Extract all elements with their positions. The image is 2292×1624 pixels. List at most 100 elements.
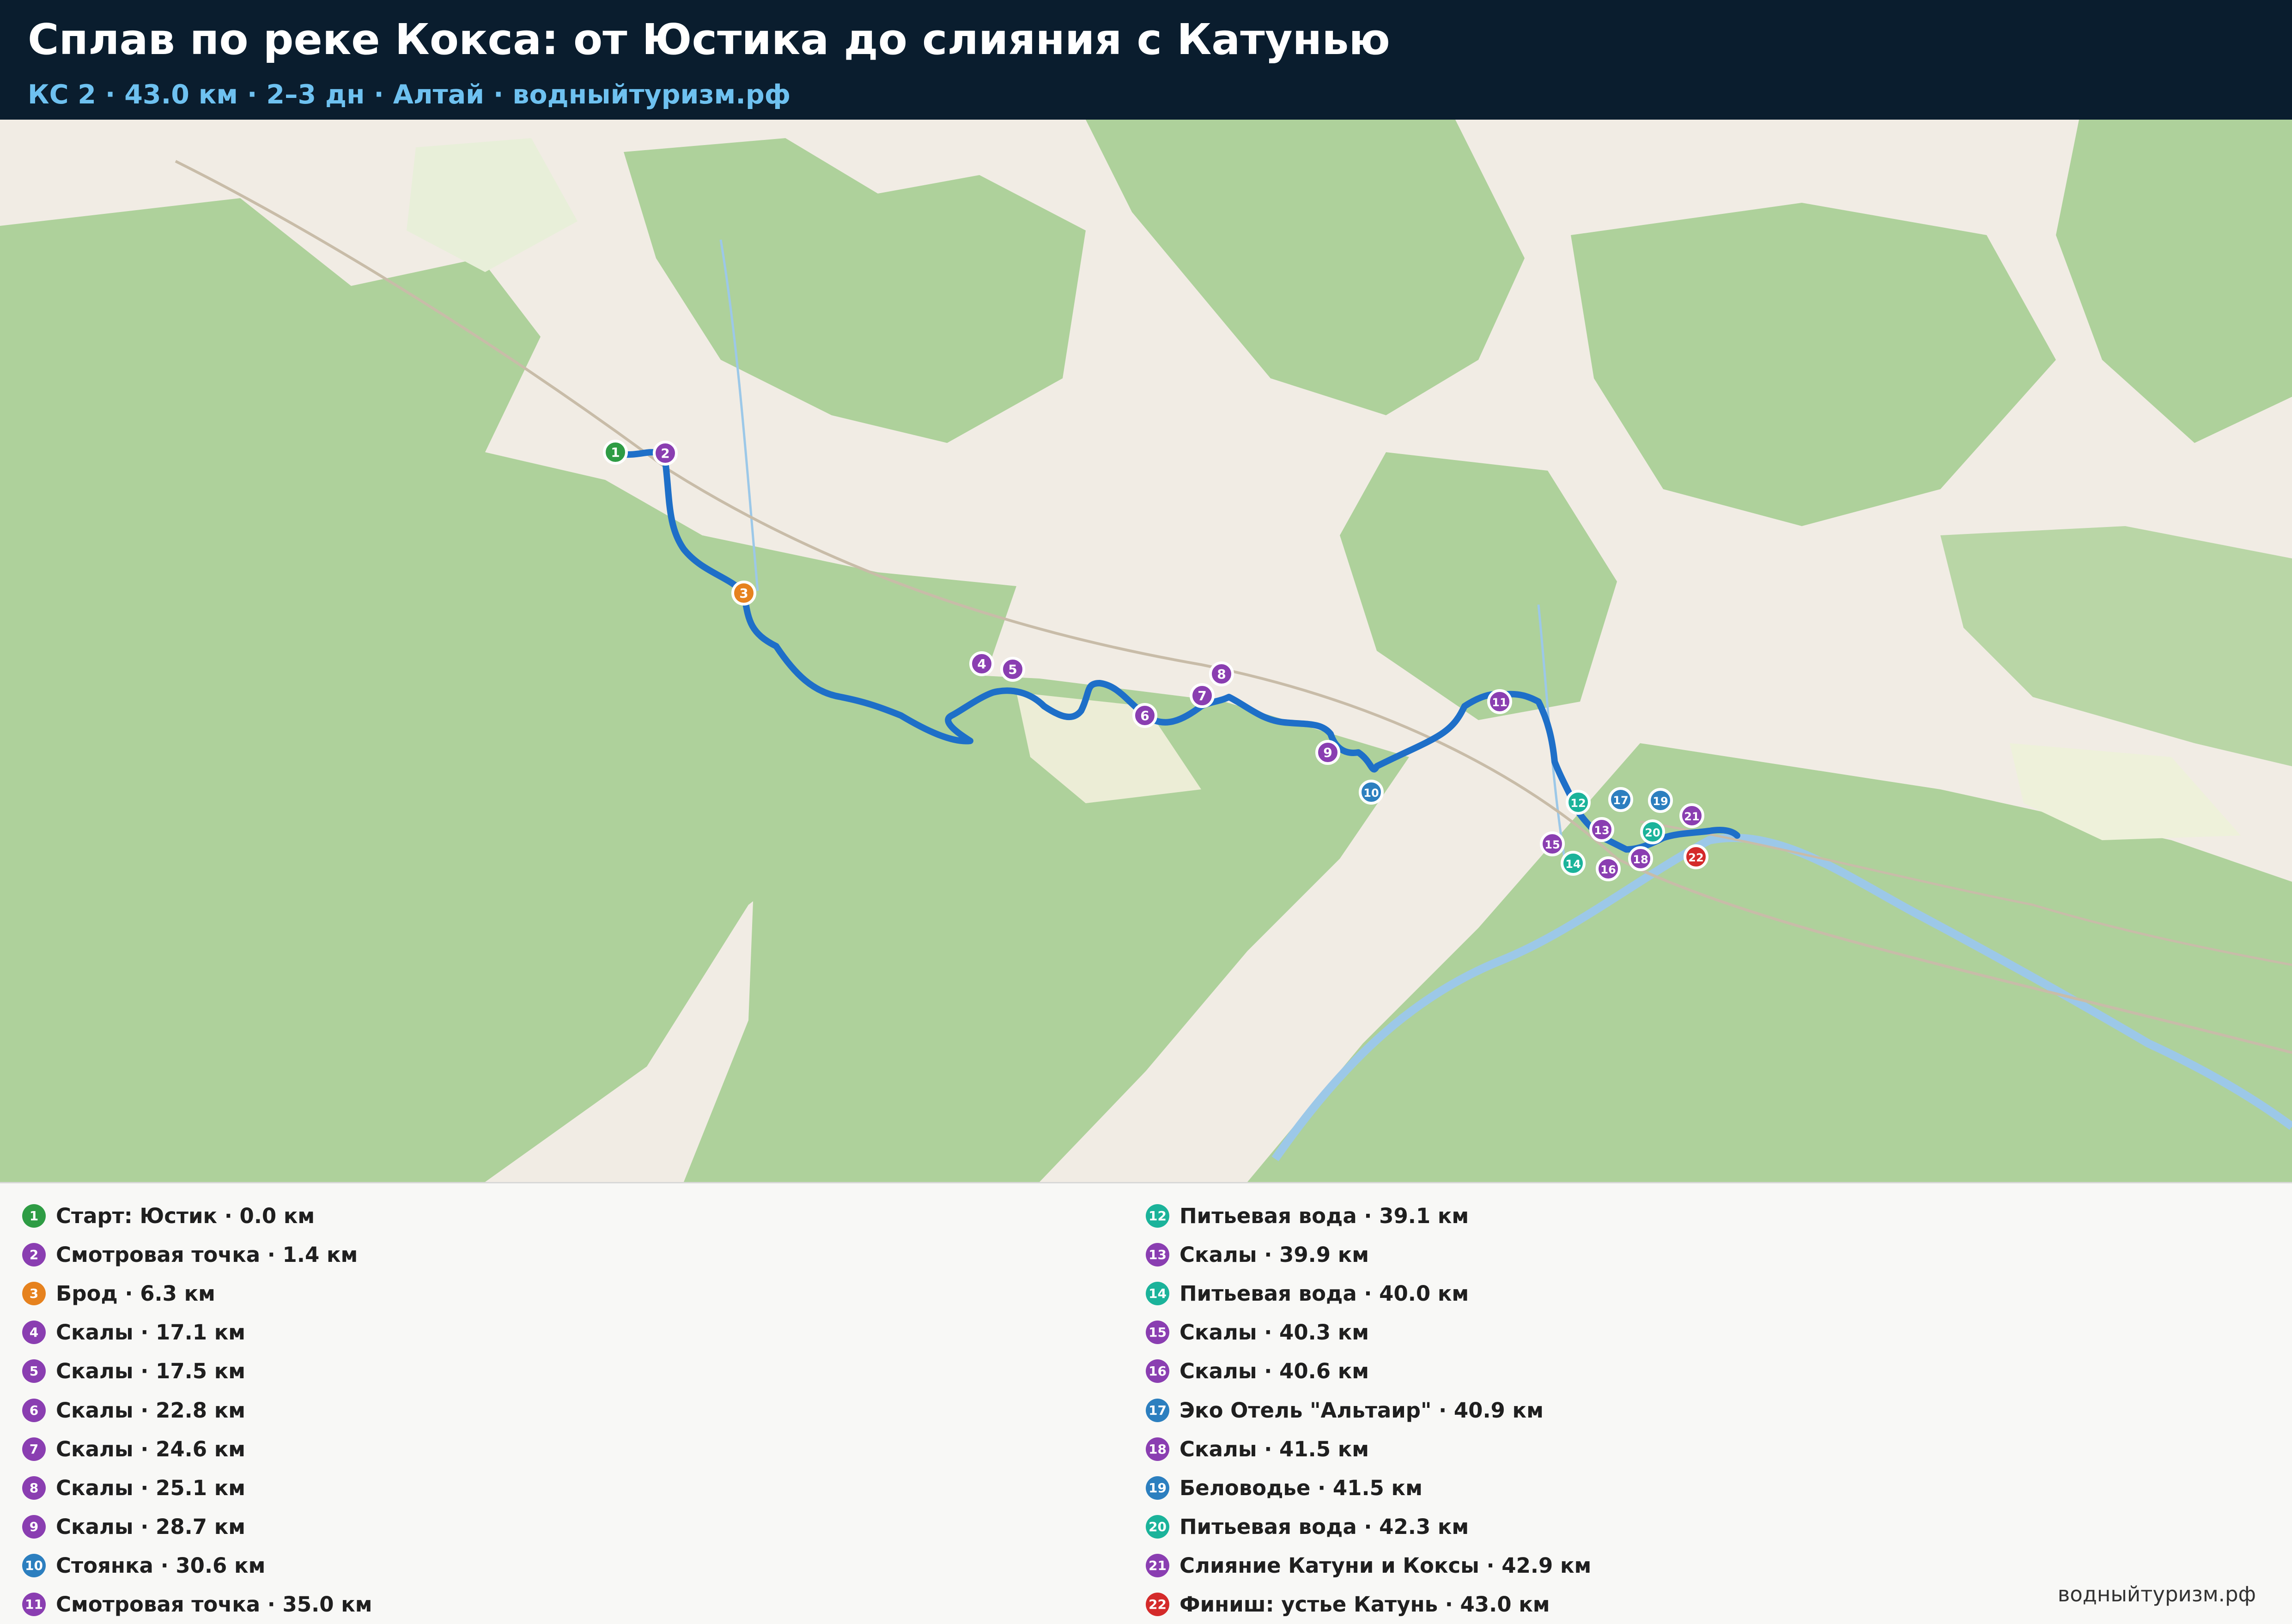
waypoint-badge-icon: 3: [22, 1281, 46, 1305]
legend-item[interactable]: 21 Слияние Катуни и Коксы · 42.9 км: [1146, 1546, 1591, 1585]
legend-label: Скалы · 28.7 км: [56, 1515, 246, 1539]
legend-label: Смотровая точка · 1.4 км: [56, 1242, 358, 1267]
waypoint-number: 18: [1633, 853, 1648, 866]
legend-item[interactable]: 7 Скалы · 24.6 км: [22, 1430, 372, 1468]
waypoint-badge-icon: 6: [22, 1398, 46, 1422]
legend-label: Скалы · 41.5 км: [1179, 1436, 1369, 1461]
waypoint-marker-20[interactable]: 20: [1640, 819, 1665, 844]
waypoint-number: 11: [1492, 696, 1507, 709]
legend-item[interactable]: 10 Стоянка · 30.6 км: [22, 1546, 372, 1585]
waypoint-number: 21: [1684, 810, 1699, 823]
legend-item[interactable]: 5 Скалы · 17.5 км: [22, 1352, 372, 1391]
waypoint-marker-22[interactable]: 22: [1684, 844, 1708, 869]
legend-label: Питьевая вода · 39.1 км: [1179, 1203, 1469, 1228]
legend-label: Стоянка · 30.6 км: [56, 1553, 266, 1578]
legend-item[interactable]: 1 Старт: Юстик · 0.0 км: [22, 1196, 372, 1235]
waypoint-marker-16[interactable]: 16: [1596, 856, 1621, 881]
legend-label: Беловодье · 41.5 км: [1179, 1475, 1423, 1500]
waypoint-marker-15[interactable]: 15: [1540, 831, 1565, 856]
terrain-layer: [0, 120, 2292, 1182]
waypoint-number: 10: [1363, 787, 1379, 800]
legend-item[interactable]: 15 Скалы · 40.3 км: [1146, 1313, 1591, 1352]
map-canvas[interactable]: 1 234 5678910111213141516171819202122: [0, 120, 2292, 1182]
waypoint-number: 17: [1613, 794, 1628, 807]
waypoint-marker-12[interactable]: 12: [1566, 790, 1591, 815]
waypoint-marker-8[interactable]: 8: [1209, 661, 1234, 686]
waypoint-number: 13: [1594, 824, 1609, 837]
waypoint-marker-2[interactable]: 2: [653, 441, 678, 466]
waypoint-marker-17[interactable]: 17: [1608, 787, 1633, 812]
waypoint-number: 6: [1140, 708, 1149, 723]
waypoint-badge-icon: 15: [1146, 1321, 1169, 1345]
waypoint-marker-14[interactable]: 14: [1561, 851, 1586, 876]
legend-item[interactable]: 4 Скалы · 17.1 км: [22, 1313, 372, 1352]
waypoint-marker-6[interactable]: 6: [1132, 703, 1157, 728]
waypoint-marker-11[interactable]: 11: [1487, 689, 1512, 714]
waypoint-badge-icon: 21: [1146, 1554, 1169, 1578]
waypoint-marker-4[interactable]: 4: [969, 651, 994, 676]
waypoint-badge-icon: 2: [22, 1242, 46, 1266]
waypoint-number: 19: [1653, 795, 1668, 808]
legend-label: Финиш: устье Катунь · 43.0 км: [1179, 1592, 1550, 1617]
legend-label: Скалы · 17.5 км: [56, 1359, 246, 1384]
waypoint-badge-icon: 4: [22, 1321, 46, 1345]
legend-column-left: 1 Старт: Юстик · 0.0 км 2 Смотровая точка ·…: [22, 1196, 372, 1624]
waypoint-badge-icon: 8: [22, 1476, 46, 1500]
waypoint-number: 2: [661, 446, 669, 461]
legend-item[interactable]: 11 Смотровая точка · 35.0 км: [22, 1585, 372, 1624]
legend-item[interactable]: 19 Беловодье · 41.5 км: [1146, 1468, 1591, 1507]
waypoint-marker-18[interactable]: 18: [1628, 846, 1653, 871]
footer-brand[interactable]: водныйтуризм.рф: [2058, 1582, 2256, 1606]
waypoint-marker-1[interactable]: 1: [603, 440, 628, 465]
waypoint-marker-3[interactable]: 3: [731, 581, 756, 606]
legend-item[interactable]: 20 Питьевая вода · 42.3 км: [1146, 1508, 1591, 1546]
legend-item[interactable]: 8 Скалы · 25.1 км: [22, 1468, 372, 1507]
waypoint-badge-icon: 11: [22, 1593, 46, 1617]
waypoint-number: 9: [1323, 745, 1332, 760]
legend-item[interactable]: 16 Скалы · 40.6 км: [1146, 1352, 1591, 1391]
legend-item[interactable]: 9 Скалы · 28.7 км: [22, 1508, 372, 1546]
legend-item[interactable]: 18 Скалы · 41.5 км: [1146, 1430, 1591, 1468]
waypoint-number: 22: [1688, 851, 1703, 864]
map-view[interactable]: 1 2 3 4 5 6 7 8 9 10 11 12 13 14 15 16 17 18 19 20 21 22: [0, 120, 2292, 1182]
waypoint-number: 16: [1600, 863, 1616, 876]
legend-panel: 1 Старт: Юстик · 0.0 км 2 Смотровая точка ·…: [0, 1182, 2292, 1620]
legend-item[interactable]: 2 Смотровая точка · 1.4 км: [22, 1235, 372, 1274]
legend-item[interactable]: 13 Скалы · 39.9 км: [1146, 1235, 1591, 1274]
waypoint-badge-icon: 22: [1146, 1593, 1169, 1617]
legend-label: Скалы · 24.6 км: [56, 1436, 246, 1461]
legend-item[interactable]: 14 Питьевая вода · 40.0 км: [1146, 1274, 1591, 1313]
page-title: Сплав по реке Кокса: от Юстика до слияни…: [28, 15, 1390, 64]
waypoint-marker-13[interactable]: 13: [1589, 817, 1614, 842]
legend-item[interactable]: 3 Брод · 6.3 км: [22, 1274, 372, 1313]
waypoint-marker-9[interactable]: 9: [1315, 740, 1340, 765]
legend-column-right: 12 Питьевая вода · 39.1 км 13 Скалы · 39.9 …: [1146, 1196, 1591, 1624]
waypoint-number: 1: [611, 445, 620, 460]
legend-item[interactable]: 17 Эко Отель "Альтаир" · 40.9 км: [1146, 1391, 1591, 1430]
waypoint-number: 14: [1565, 858, 1581, 871]
waypoint-number: 8: [1217, 667, 1226, 682]
waypoint-marker-10[interactable]: 10: [1359, 780, 1384, 805]
waypoint-badge-icon: 5: [22, 1359, 46, 1383]
waypoint-number: 15: [1544, 838, 1560, 851]
waypoint-marker-5[interactable]: 5: [1000, 657, 1025, 682]
legend-label: Слияние Катуни и Коксы · 42.9 км: [1179, 1553, 1592, 1578]
legend-label: Скалы · 17.1 км: [56, 1320, 246, 1345]
waypoint-marker-19[interactable]: 19: [1648, 788, 1673, 813]
legend-label: Скалы · 40.6 км: [1179, 1359, 1369, 1384]
waypoint-marker-7[interactable]: 7: [1190, 683, 1215, 708]
waypoint-badge-icon: 9: [22, 1515, 46, 1539]
header: Сплав по реке Кокса: от Юстика до слияни…: [0, 0, 2292, 120]
legend-item[interactable]: 12 Питьевая вода · 39.1 км: [1146, 1196, 1591, 1235]
waypoint-badge-icon: 20: [1146, 1515, 1169, 1539]
waypoint-marker-21[interactable]: 21: [1679, 803, 1704, 828]
legend-label: Питьевая вода · 42.3 км: [1179, 1515, 1469, 1539]
waypoint-number: 20: [1645, 826, 1660, 839]
waypoint-badge-icon: 16: [1146, 1359, 1169, 1383]
waypoint-badge-icon: 19: [1146, 1476, 1169, 1500]
legend-item[interactable]: 6 Скалы · 22.8 км: [22, 1391, 372, 1430]
legend-label: Старт: Юстик · 0.0 км: [56, 1203, 315, 1228]
legend-item[interactable]: 22 Финиш: устье Катунь · 43.0 км: [1146, 1585, 1591, 1624]
route-summary: КС 2 · 43.0 км · 2–3 дн · Алтай · водный…: [28, 79, 791, 110]
legend-label: Смотровая точка · 35.0 км: [56, 1592, 372, 1617]
